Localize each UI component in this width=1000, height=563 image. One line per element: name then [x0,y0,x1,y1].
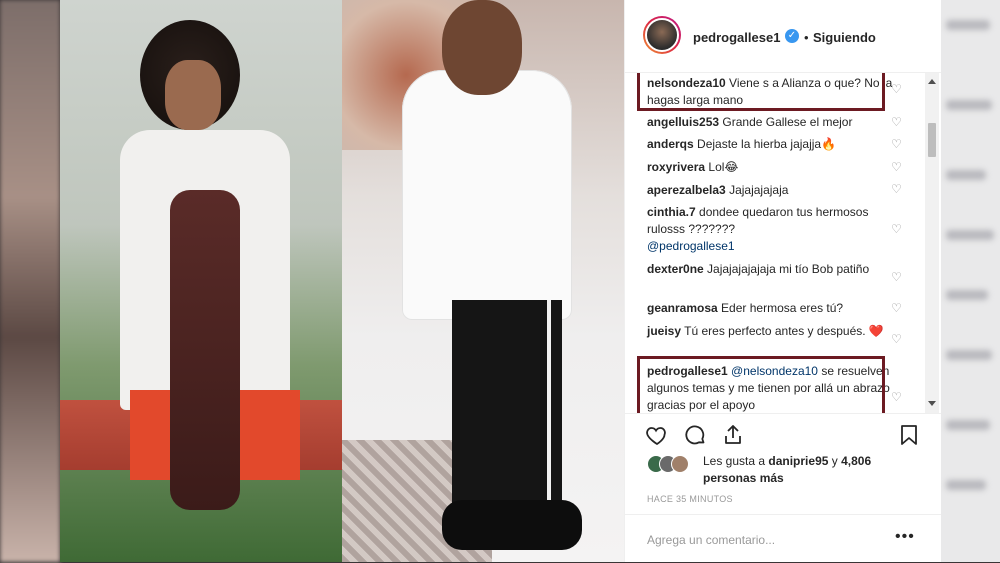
comment-text: Dejaste la hierba jajajja🔥 [697,137,837,151]
add-comment-input[interactable]: Agrega un comentario... [647,533,775,547]
comment-item: angelluis253 Grande Gallese el mejor [647,114,897,131]
like-comment-heart-icon[interactable]: ♡ [891,183,903,195]
post-photo[interactable] [60,0,624,562]
comment-item: jueisy Tú eres perfecto antes y después.… [647,323,897,340]
comment-mention[interactable]: @pedrogallese1 [647,239,735,253]
comment-item: anderqs Dejaste la hierba jajajja🔥 [647,136,897,153]
following-button[interactable]: Siguiendo [813,30,876,45]
scroll-up-arrow-icon[interactable] [928,79,936,84]
comment-text: Lol😂 [708,160,739,174]
like-comment-heart-icon[interactable]: ♡ [891,138,903,150]
scroll-thumb[interactable] [928,123,936,157]
blurred-background-right [940,0,1000,562]
blurred-background-left [0,0,60,562]
add-comment-bar: Agrega un comentario... ••• [625,514,941,563]
comment-item: roxyrivera Lol😂 [647,159,897,176]
comment-item: cinthia.7 dondee quedaron tus hermosos r… [647,204,897,255]
share-icon[interactable] [721,423,745,447]
comment-username[interactable]: cinthia.7 [647,205,696,219]
likes-text[interactable]: Les gusta a daniprie95 y 4,806 personas … [703,453,873,487]
post-panel: pedrogallese1 ✓ • Siguiendo nelsondeza10… [624,0,941,562]
comment-username[interactable]: roxyrivera [647,160,705,174]
liker-avatar[interactable] [671,455,689,473]
action-bar [625,413,941,454]
like-comment-heart-icon[interactable]: ♡ [891,302,903,314]
like-comment-heart-icon[interactable]: ♡ [891,391,903,403]
post-header: pedrogallese1 ✓ • Siguiendo [625,0,941,73]
more-options-icon[interactable]: ••• [895,528,915,546]
comment-username[interactable]: dexter0ne [647,262,704,276]
liker-username[interactable]: daniprie95 [768,454,828,468]
header-separator: • [804,30,809,45]
comment-item: geanramosa Eder hermosa eres tú? [647,300,897,317]
like-comment-heart-icon[interactable]: ♡ [891,116,903,128]
likes-summary: Les gusta a daniprie95 y 4,806 personas … [647,453,927,493]
likes-connector: y [831,454,838,468]
comment-username[interactable]: angelluis253 [647,115,719,129]
comment-bubble-icon[interactable] [683,423,707,447]
like-comment-heart-icon[interactable]: ♡ [891,223,903,235]
comment-text: Eder hermosa eres tú? [721,301,844,315]
like-comment-heart-icon[interactable]: ♡ [891,333,903,345]
bookmark-icon[interactable] [897,423,921,447]
comment-item: dexter0ne Jajajajajajaja mi tío Bob pati… [647,261,897,278]
like-heart-icon[interactable] [645,423,669,447]
like-comment-heart-icon[interactable]: ♡ [891,83,903,95]
comment-list: nelsondeza10 Viene s a Alianza o que? No… [625,73,941,413]
verified-check-icon: ✓ [785,29,799,43]
scroll-down-arrow-icon[interactable] [928,401,936,406]
comments-scrollbar[interactable] [925,73,939,413]
likes-prefix: Les gusta a [703,454,766,468]
comment-text: Jajajajajajaja mi tío Bob patiño [707,262,870,276]
comment-text: Tú eres perfecto antes y después. ❤️ [684,324,884,338]
comment-highlight-box [637,73,885,111]
like-comment-heart-icon[interactable]: ♡ [891,271,903,283]
photo-before [60,0,342,562]
comment-username[interactable]: aperezalbela3 [647,183,726,197]
comment-highlight-box [637,356,885,413]
comment-item: aperezalbela3 Jajajajajaja [647,182,897,199]
post-username[interactable]: pedrogallese1 [693,30,780,45]
photo-after [342,0,624,562]
comment-username[interactable]: jueisy [647,324,681,338]
avatar [645,18,679,52]
post-timestamp[interactable]: HACE 35 MINUTOS [647,494,733,504]
profile-avatar[interactable] [643,16,681,54]
comment-username[interactable]: geanramosa [647,301,718,315]
like-comment-heart-icon[interactable]: ♡ [891,161,903,173]
comment-username[interactable]: anderqs [647,137,694,151]
comment-text: Grande Gallese el mejor [722,115,853,129]
comment-text: Jajajajajaja [729,183,789,197]
